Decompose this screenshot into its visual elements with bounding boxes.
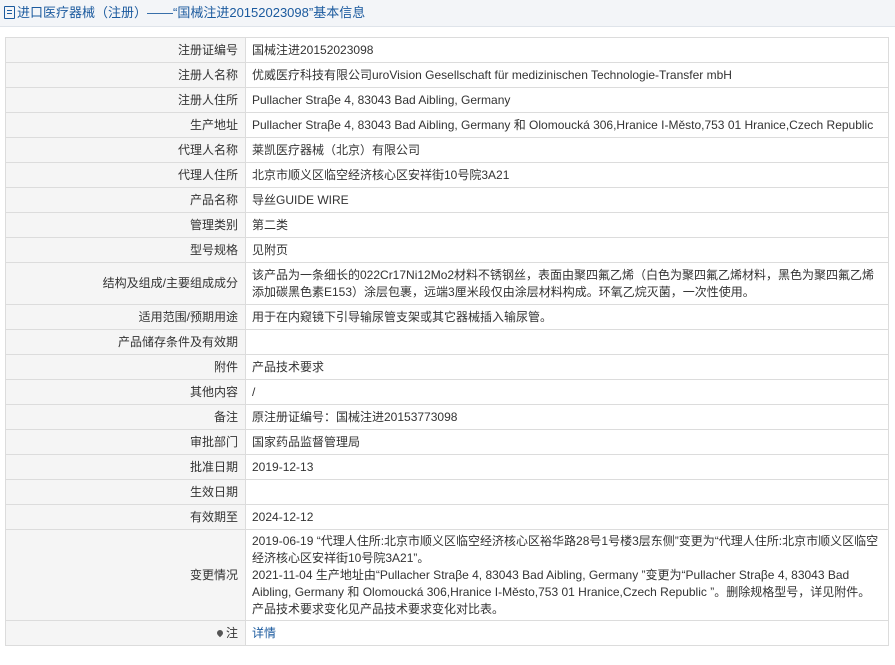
field-value: Pullacher Straβe 4, 83043 Bad Aibling, G… (245, 87, 889, 113)
change-entry: 2019-06-19 “代理人住所:北京市顺义区临空经济核心区裕华路28号1号楼… (252, 533, 879, 565)
info-table: 注册证编号 国械注进20152023098 注册人名称 优威医疗科技有限公司ur… (5, 37, 889, 646)
field-value: 国械注进20152023098 (245, 37, 889, 63)
field-value: 2019-12-13 (245, 454, 889, 480)
header-separator: —— (147, 5, 174, 20)
table-row: 产品储存条件及有效期 (5, 329, 889, 355)
field-value: 优威医疗科技有限公司uroVision Gesellschaft für med… (245, 62, 889, 88)
table-row: 产品名称 导丝GUIDE WIRE (5, 187, 889, 213)
field-value: 第二类 (245, 212, 889, 238)
field-value (245, 479, 889, 505)
field-label: 适用范围/预期用途 (5, 304, 246, 330)
field-label: 注册证编号 (5, 37, 246, 63)
table-row: 型号规格 见附页 (5, 237, 889, 263)
field-label: 注册人住所 (5, 87, 246, 113)
table-row: 其他内容 / (5, 379, 889, 405)
page-header: 进口医疗器械（注册）——“国械注进20152023098”基本信息 (0, 0, 895, 27)
table-row: 适用范围/预期用途 用于在内窥镜下引导输尿管支架或其它器械插入输尿管。 (5, 304, 889, 330)
field-value: / (245, 379, 889, 405)
table-row: 代理人名称 莱凯医疗器械（北京）有限公司 (5, 137, 889, 163)
table-row: 注册人名称 优威医疗科技有限公司uroVision Gesellschaft f… (5, 62, 889, 88)
field-label: 附件 (5, 354, 246, 380)
field-value (245, 329, 889, 355)
table-row: 管理类别 第二类 (5, 212, 889, 238)
field-label: 生效日期 (5, 479, 246, 505)
table-row: 注册证编号 国械注进20152023098 (5, 37, 889, 63)
field-label: 代理人住所 (5, 162, 246, 188)
change-entry: 2021-11-04 生产地址由“Pullacher Straβe 4, 830… (252, 567, 871, 616)
table-row: 审批部门 国家药品监督管理局 (5, 429, 889, 455)
field-value: 用于在内窥镜下引导输尿管支架或其它器械插入输尿管。 (245, 304, 889, 330)
details-link[interactable]: 详情 (252, 626, 276, 640)
document-icon (4, 6, 15, 19)
field-label: 结构及组成/主要组成成分 (5, 262, 246, 305)
field-label: 生产地址 (5, 112, 246, 138)
note-value: 详情 (245, 620, 889, 646)
table-row: 生产地址 Pullacher Straβe 4, 83043 Bad Aibli… (5, 112, 889, 138)
table-row: 变更情况 2019-06-19 “代理人住所:北京市顺义区临空经济核心区裕华路2… (5, 529, 889, 621)
field-label: 备注 (5, 404, 246, 430)
field-label: 批准日期 (5, 454, 246, 480)
field-value: Pullacher Straβe 4, 83043 Bad Aibling, G… (245, 112, 889, 138)
note-label-cell: 注 (5, 620, 246, 646)
table-row: 注 详情 (5, 620, 889, 646)
table-row: 结构及组成/主要组成成分 该产品为一条细长的022Cr17Ni12Mo2材料不锈… (5, 262, 889, 305)
field-label: 其他内容 (5, 379, 246, 405)
table-row: 生效日期 (5, 479, 889, 505)
field-value: 北京市顺义区临空经济核心区安祥街10号院3A21 (245, 162, 889, 188)
change-history: 2019-06-19 “代理人住所:北京市顺义区临空经济核心区裕华路28号1号楼… (245, 529, 889, 621)
field-label: 审批部门 (5, 429, 246, 455)
field-value: 导丝GUIDE WIRE (245, 187, 889, 213)
field-value: 原注册证编号：国械注进20153773098 (245, 404, 889, 430)
field-label: 产品名称 (5, 187, 246, 213)
pin-icon (215, 628, 225, 637)
note-label: 注 (225, 625, 238, 640)
field-label: 代理人名称 (5, 137, 246, 163)
info-table-container: 注册证编号 国械注进20152023098 注册人名称 优威医疗科技有限公司ur… (0, 27, 895, 646)
table-row: 附件 产品技术要求 (5, 354, 889, 380)
field-label: 有效期至 (5, 504, 246, 530)
field-value: 该产品为一条细长的022Cr17Ni12Mo2材料不锈钢丝，表面由聚四氟乙烯（白… (245, 262, 889, 305)
table-row: 备注 原注册证编号：国械注进20153773098 (5, 404, 889, 430)
field-value: 2024-12-12 (245, 504, 889, 530)
field-label: 变更情况 (5, 529, 246, 621)
field-label: 注册人名称 (5, 62, 246, 88)
table-row: 代理人住所 北京市顺义区临空经济核心区安祥街10号院3A21 (5, 162, 889, 188)
table-row: 有效期至 2024-12-12 (5, 504, 889, 530)
page-title: “国械注进20152023098”基本信息 (173, 5, 366, 20)
field-value: 国家药品监督管理局 (245, 429, 889, 455)
field-label: 管理类别 (5, 212, 246, 238)
field-label: 产品储存条件及有效期 (5, 329, 246, 355)
field-value: 见附页 (245, 237, 889, 263)
field-value: 产品技术要求 (245, 354, 889, 380)
field-value: 莱凯医疗器械（北京）有限公司 (245, 137, 889, 163)
field-label: 型号规格 (5, 237, 246, 263)
table-row: 批准日期 2019-12-13 (5, 454, 889, 480)
table-row: 注册人住所 Pullacher Straβe 4, 83043 Bad Aibl… (5, 87, 889, 113)
header-prefix: 进口医疗器械（注册） (17, 5, 148, 20)
